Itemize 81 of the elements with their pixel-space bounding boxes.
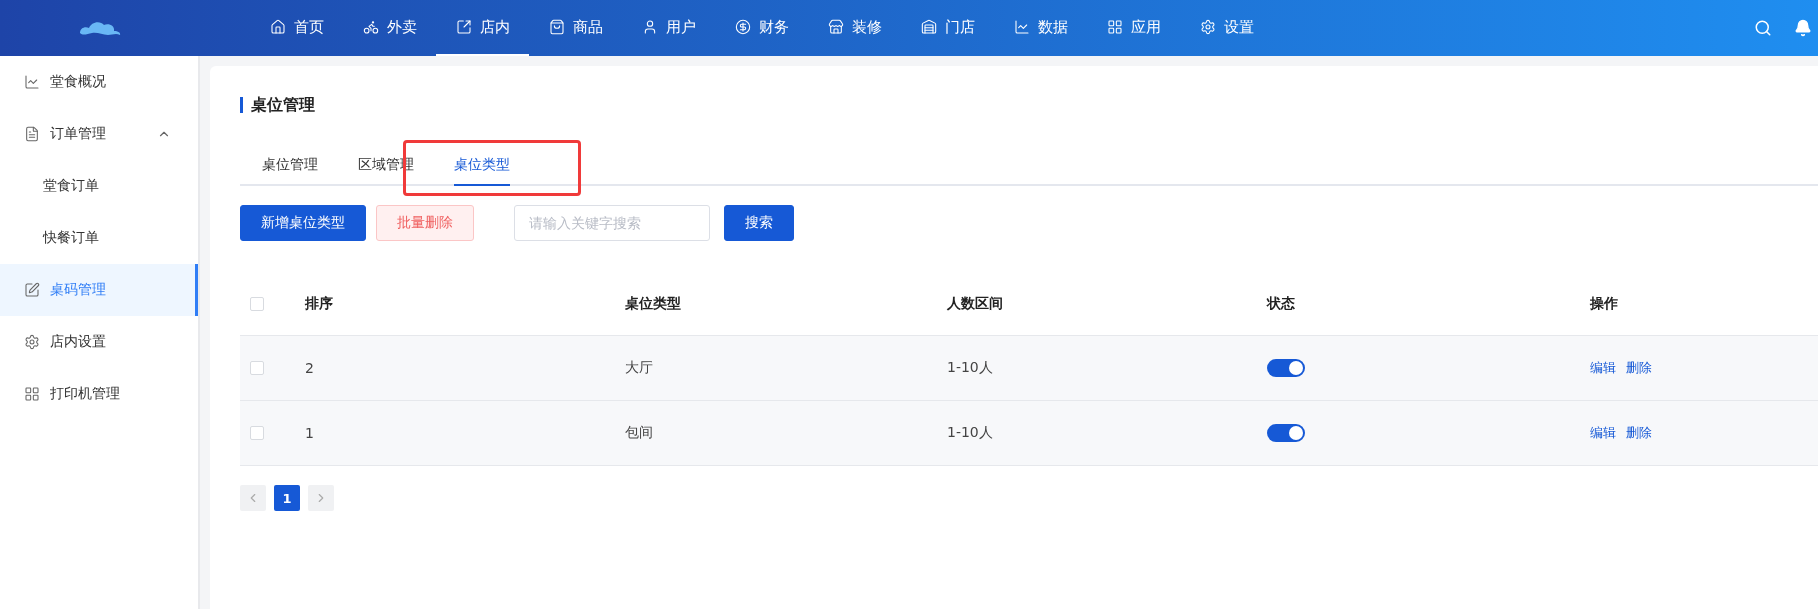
action-link[interactable]: 删除 (1626, 424, 1652, 442)
nav-label: 装修 (851, 17, 882, 37)
line-chart-icon (24, 74, 40, 90)
page-title: 桌位管理 (251, 94, 315, 116)
search-button[interactable]: 搜索 (724, 205, 794, 241)
document-icon (24, 126, 40, 142)
edit-icon (24, 282, 40, 298)
shop-icon (920, 19, 937, 35)
column-header: 操作 (1590, 295, 1619, 313)
tab[interactable]: 桌位类型 (454, 146, 510, 186)
nav-tab[interactable]: 设置 (1180, 0, 1273, 56)
storefront-icon (827, 19, 844, 35)
table-cell-text: 包间 (625, 424, 654, 442)
nav-tab[interactable]: 用户 (622, 0, 715, 56)
table-cell-text: 大厅 (625, 359, 654, 377)
table-cell-text: 2 (305, 360, 315, 376)
column-header: 人数区间 (947, 295, 1004, 313)
nav-tab[interactable]: 财务 (715, 0, 808, 56)
table-cell-text: 1 (305, 425, 315, 441)
sidebar-item[interactable]: 桌码管理 (0, 264, 198, 316)
search-icon[interactable] (1754, 19, 1772, 37)
next-page-button[interactable] (308, 485, 334, 511)
nav-tab[interactable]: 数据 (994, 0, 1087, 56)
nav-label: 店内 (479, 17, 510, 37)
nav-label: 设置 (1223, 17, 1254, 37)
line-chart-icon (1013, 19, 1030, 35)
sidebar-label: 店内设置 (50, 333, 106, 351)
nav-label: 财务 (758, 17, 789, 37)
action-link[interactable]: 编辑 (1590, 424, 1616, 442)
title-bar-mark (240, 97, 243, 113)
nav-label: 外卖 (386, 17, 417, 37)
settings-icon (1199, 19, 1216, 35)
sidebar-item[interactable]: 订单管理 (0, 108, 198, 160)
status-switch[interactable] (1267, 424, 1305, 442)
sidebar-item[interactable]: 堂食概况 (0, 56, 198, 108)
bag-icon (548, 19, 565, 35)
grid-icon (24, 386, 40, 402)
action-link[interactable]: 删除 (1626, 359, 1652, 377)
nav-label: 门店 (944, 17, 975, 37)
money-bag-icon (734, 19, 751, 35)
action-link[interactable]: 编辑 (1590, 359, 1616, 377)
nav-tab[interactable]: 商品 (529, 0, 622, 56)
row-checkbox[interactable] (250, 361, 264, 375)
nav-label: 数据 (1037, 17, 1068, 37)
grid-icon (1106, 19, 1123, 35)
column-header: 状态 (1267, 295, 1296, 313)
sidebar-label: 订单管理 (50, 125, 106, 143)
bell-icon[interactable] (1794, 19, 1812, 37)
nav-tab[interactable]: 应用 (1087, 0, 1180, 56)
table-cell-text: 1-10人 (947, 424, 994, 442)
sidebar-item[interactable]: 店内设置 (0, 316, 198, 368)
nav-label: 首页 (293, 17, 324, 37)
nav-label: 应用 (1130, 17, 1161, 37)
search-field[interactable]: 请输入关键字搜索 (514, 205, 710, 241)
sidebar-subitem[interactable]: 堂食订单 (0, 160, 198, 212)
bike-icon (362, 19, 379, 35)
page-button[interactable]: 1 (274, 485, 300, 511)
nav-label: 商品 (572, 17, 603, 37)
sidebar-label: 打印机管理 (50, 385, 120, 403)
select-all-checkbox[interactable] (250, 297, 264, 311)
row-checkbox[interactable] (250, 426, 264, 440)
status-switch[interactable] (1267, 359, 1305, 377)
prev-page-button[interactable] (240, 485, 266, 511)
nav-label: 用户 (665, 17, 696, 37)
door-icon (455, 19, 472, 35)
column-header: 桌位类型 (625, 295, 682, 313)
column-header: 排序 (305, 295, 334, 313)
nav-tab[interactable]: 店内 (436, 0, 529, 56)
sidebar-label: 堂食概况 (50, 73, 106, 91)
settings-icon (24, 334, 40, 350)
nav-tab[interactable]: 外卖 (343, 0, 436, 56)
tab[interactable]: 桌位管理 (262, 146, 318, 186)
sidebar-item[interactable]: 打印机管理 (0, 368, 198, 420)
sidebar-label: 桌码管理 (50, 281, 106, 299)
nav-tab[interactable]: 首页 (250, 0, 343, 56)
nav-tab[interactable]: 门店 (901, 0, 994, 56)
home-icon (269, 19, 286, 35)
add-button[interactable]: 新增桌位类型 (240, 205, 366, 241)
nav-tab[interactable]: 装修 (808, 0, 901, 56)
table-cell-text: 1-10人 (947, 359, 994, 377)
sidebar-subitem[interactable]: 快餐订单 (0, 212, 198, 264)
